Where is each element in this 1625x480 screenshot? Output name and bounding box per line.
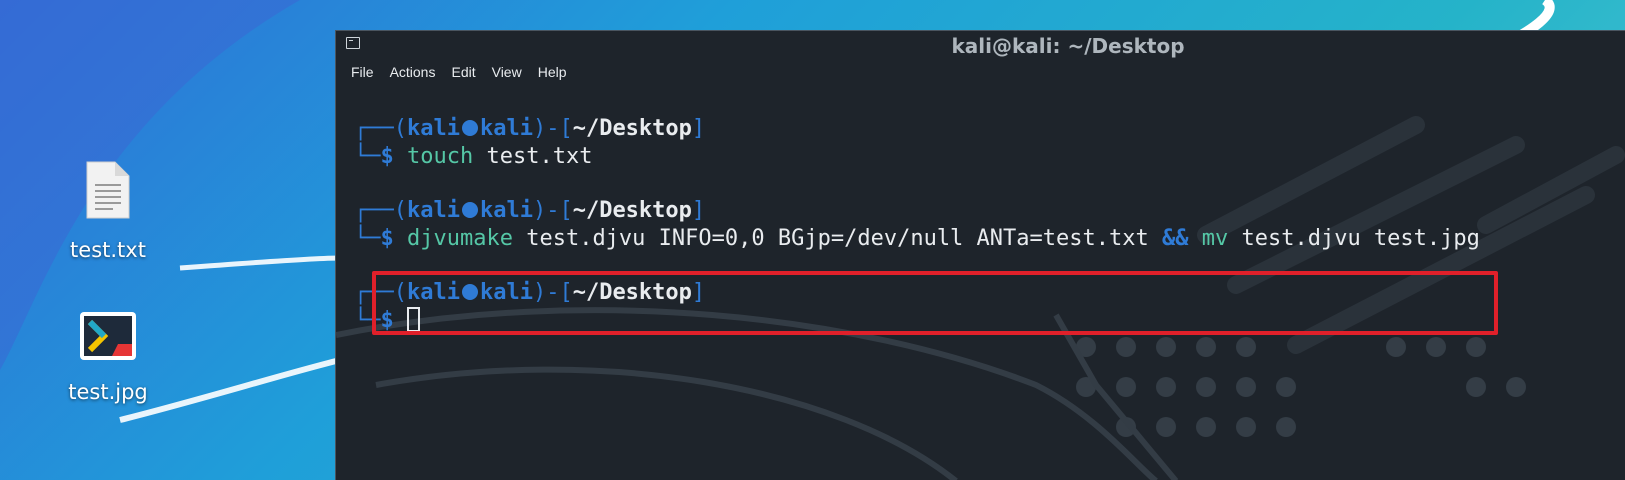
prompt-path: ~/Desktop [572,116,692,141]
command-name-2: mv [1188,226,1229,251]
desktop-icon-label: test.jpg [68,380,148,404]
prompt-line: ┌──(kali kali)-[~/Desktop] [354,115,1480,143]
prompt-host: kali [479,198,533,223]
menu-file[interactable]: File [351,64,374,80]
highlight-box [372,271,1498,335]
prompt-end: ] [691,198,706,223]
prompt-open: ┌──( [354,198,407,223]
menu-view[interactable]: View [492,64,522,80]
command-operator: && [1161,226,1189,251]
terminal-output[interactable]: ┌──(kali kali)-[~/Desktop] └─$ touch test… [336,85,1625,480]
prompt-user: kali [406,198,460,223]
prompt-dollar: $ [380,144,394,169]
text-file-icon [86,161,130,219]
terminal-app-icon [80,312,136,360]
window-title: kali@kali: ~/Desktop [951,34,1185,58]
command-name: djvumake [407,226,513,251]
menu-help[interactable]: Help [538,64,567,80]
menu-actions[interactable]: Actions [390,64,436,80]
prompt-open: ┌──( [354,116,407,141]
desktop-icon-test-txt[interactable]: test.txt [48,160,168,262]
prompt-corner: └─ [354,226,381,251]
command-line: └─$ touch test.txt [354,143,1480,171]
prompt-close: )-[ [532,198,573,223]
desktop-icon-label: test.txt [70,238,146,262]
command-args: test.txt [473,144,593,169]
title-bar[interactable]: kali@kali: ~/Desktop [336,31,1625,59]
command-name: touch [407,144,474,169]
menu-edit[interactable]: Edit [451,64,475,80]
desktop-icon-test-jpg[interactable]: test.jpg [48,310,168,404]
kali-dragon-icon [461,120,478,136]
command-line: └─$ djvumake test.djvu INFO=0,0 BGjp=/de… [354,225,1480,253]
terminal-window[interactable]: kali@kali: ~/Desktop File Actions Edit V… [335,30,1625,480]
command-args: test.djvu INFO=0,0 BGjp=/dev/null ANTa=t… [512,226,1162,251]
prompt-line: ┌──(kali kali)-[~/Desktop] [354,197,1480,225]
prompt-end: ] [691,116,706,141]
command-args-2: test.djvu test.jpg [1228,226,1480,251]
prompt-host: kali [479,116,533,141]
menu-bar: File Actions Edit View Help [336,59,1625,85]
prompt-close: )-[ [532,116,573,141]
prompt-user: kali [406,116,460,141]
prompt-path: ~/Desktop [572,198,692,223]
prompt-dollar: $ [380,226,394,251]
kali-dragon-icon [461,202,478,218]
prompt-corner: └─ [354,144,381,169]
